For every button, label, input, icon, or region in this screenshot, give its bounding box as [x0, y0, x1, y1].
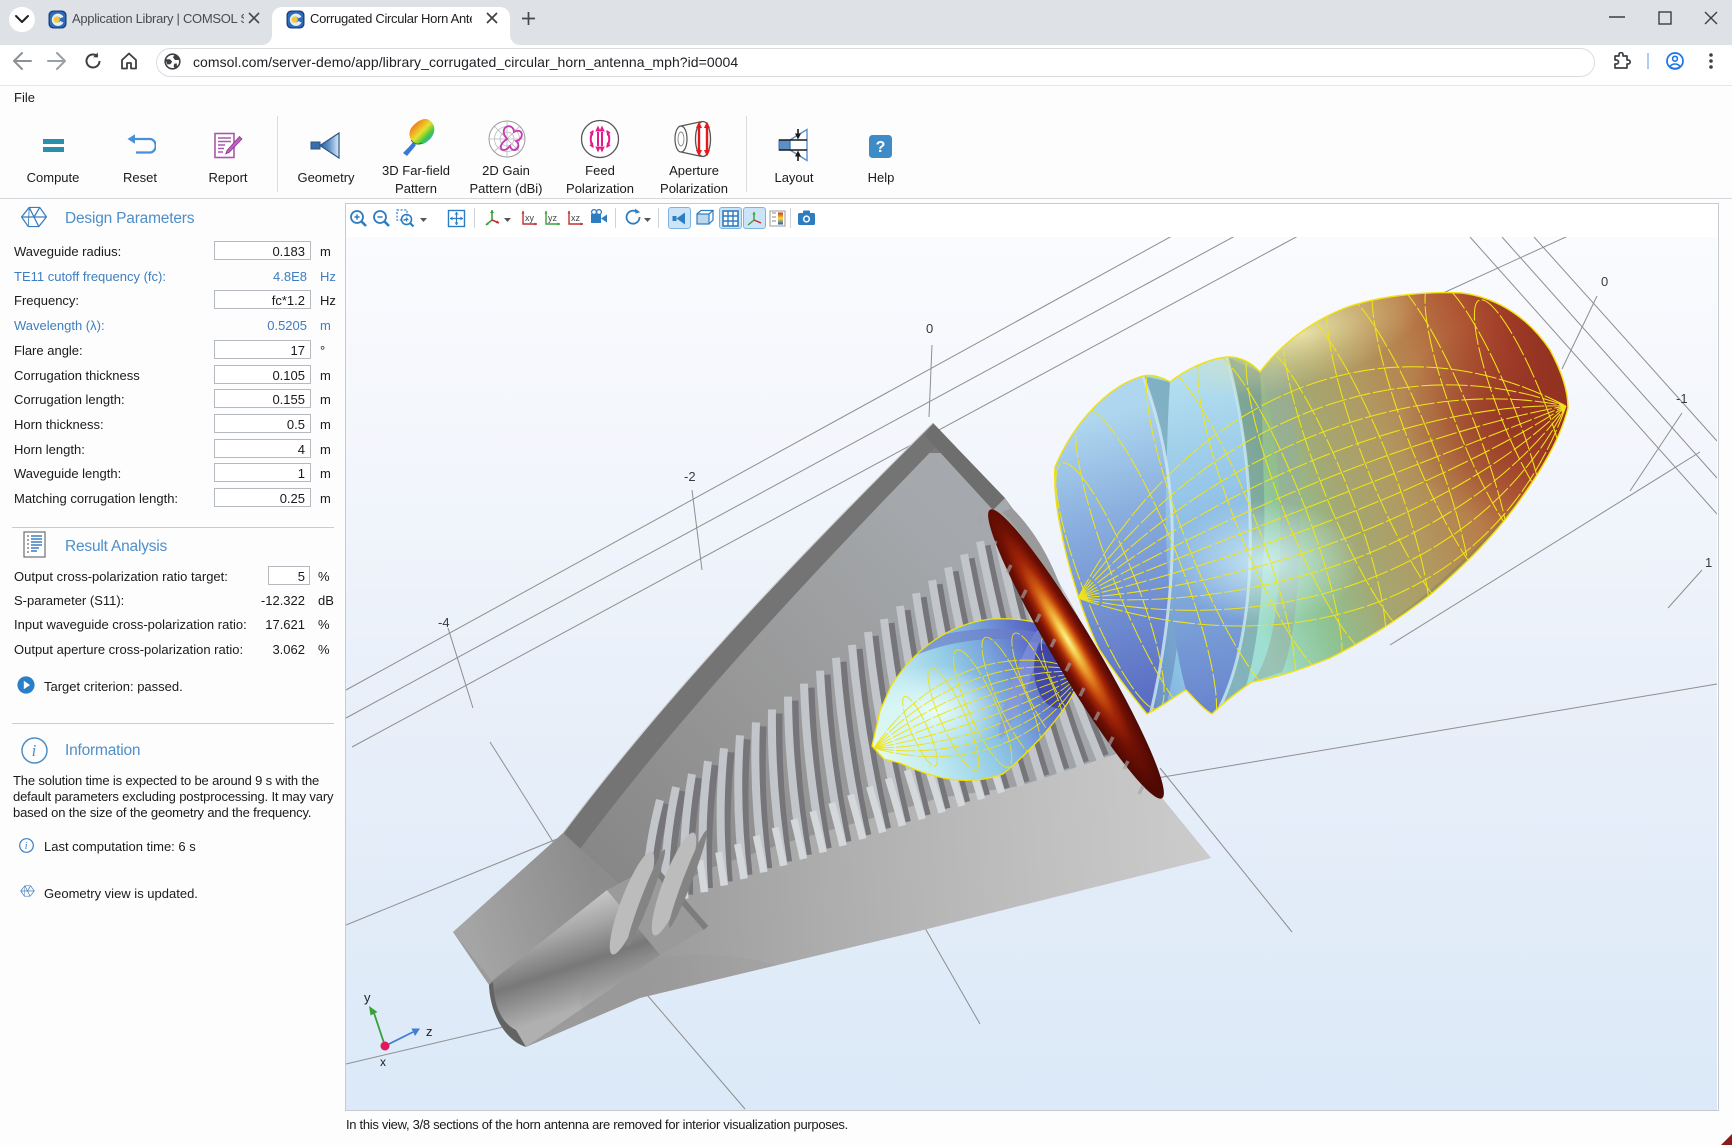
svg-text:1: 1: [1705, 555, 1712, 570]
svg-text:yz: yz: [548, 213, 558, 223]
svg-text:-4: -4: [438, 615, 450, 630]
svg-text:y: y: [364, 990, 371, 1005]
svg-text:xz: xz: [571, 213, 581, 223]
svg-text:0: 0: [1601, 274, 1608, 289]
svg-text:x: x: [380, 1055, 386, 1069]
svg-text:i: i: [25, 841, 28, 852]
svg-text:?: ?: [876, 139, 886, 156]
svg-text:z: z: [426, 1024, 433, 1039]
svg-text:i: i: [32, 741, 37, 760]
svg-text:-2: -2: [684, 469, 696, 484]
svg-text:xy: xy: [525, 213, 535, 223]
svg-text:0: 0: [926, 321, 933, 336]
svg-text:-1: -1: [1676, 391, 1688, 406]
